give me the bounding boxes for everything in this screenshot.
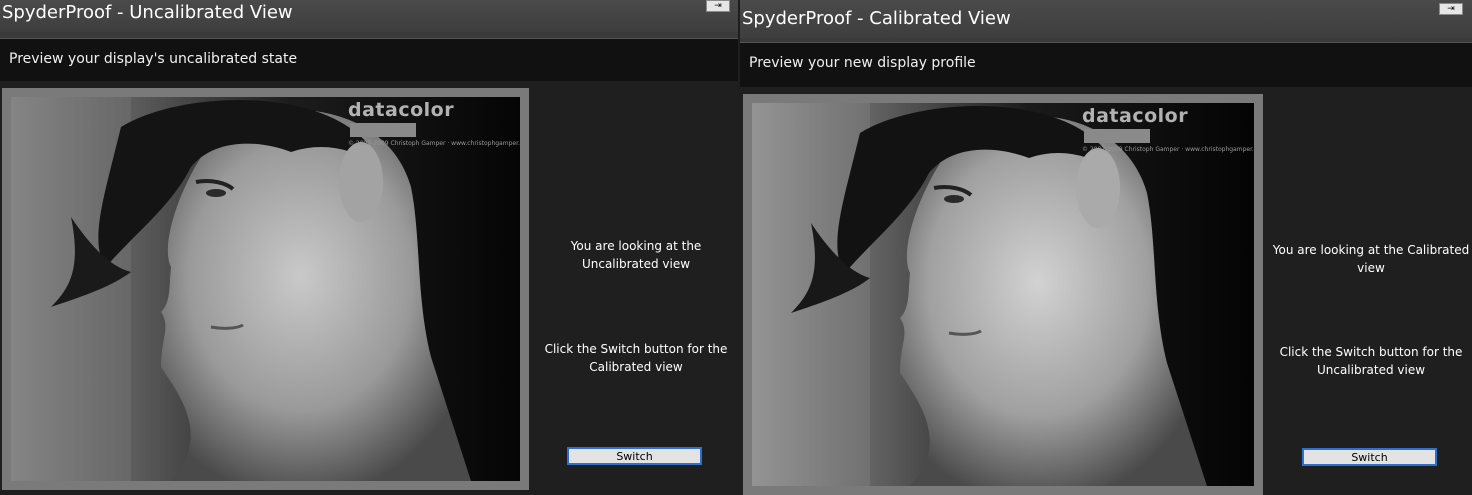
portrait-image — [11, 97, 520, 481]
title-bar[interactable]: SpyderProof - Uncalibrated View ⇥ — [0, 0, 738, 32]
header-text: Preview your display's uncalibrated stat… — [9, 51, 298, 67]
window-title: SpyderProof - Calibrated View — [742, 8, 1011, 29]
title-bar[interactable]: SpyderProof - Calibrated View ⇥ — [740, 0, 1472, 38]
pin-button[interactable]: ⇥ — [706, 0, 730, 12]
status-message: You are looking at the Calibrated view — [1272, 243, 1470, 275]
pin-button[interactable]: ⇥ — [1439, 3, 1463, 15]
copyright-text: © 2007-2009 Christoph Gamper · www.chris… — [1082, 146, 1254, 153]
header-text: Preview your new display profile — [749, 55, 976, 71]
datacolor-logo: datacolor — [1082, 105, 1189, 127]
photo-frame: datacolor © 2007-2009 Christoph Gamper ·… — [2, 88, 529, 490]
copyright-text: © 2007-2009 Christoph Gamper · www.chris… — [348, 140, 520, 147]
header-bar: Preview your display's uncalibrated stat… — [0, 38, 738, 82]
content-area: datacolor © 2007-2009 Christoph Gamper ·… — [740, 87, 1472, 495]
preview-photo: datacolor © 2007-2009 Christoph Gamper ·… — [752, 103, 1254, 486]
pin-icon: ⇥ — [1447, 3, 1455, 14]
status-message: You are looking at the Uncalibrated view — [570, 239, 702, 271]
uncalibrated-window: SpyderProof - Uncalibrated View ⇥ Previe… — [0, 0, 738, 495]
photo-frame: datacolor © 2007-2009 Christoph Gamper ·… — [743, 94, 1263, 495]
switch-button[interactable]: Switch — [1302, 448, 1437, 466]
datacolor-logo: datacolor — [348, 99, 455, 121]
preview-photo: datacolor © 2007-2009 Christoph Gamper ·… — [11, 97, 520, 481]
window-title: SpyderProof - Uncalibrated View — [2, 2, 293, 23]
instruction-message: Click the Switch button for the Uncalibr… — [1279, 345, 1463, 377]
pin-icon: ⇥ — [714, 0, 722, 11]
content-area: datacolor © 2007-2009 Christoph Gamper ·… — [0, 81, 738, 495]
brand-watermark: datacolor © 2007-2009 Christoph Gamper ·… — [348, 99, 520, 148]
calibrated-window: SpyderProof - Calibrated View ⇥ Preview … — [738, 0, 1472, 495]
logo-bar — [350, 123, 416, 137]
header-bar: Preview your new display profile — [740, 42, 1472, 88]
switch-button[interactable]: Switch — [567, 447, 702, 465]
portrait-image — [752, 103, 1254, 486]
instruction-message: Click the Switch button for the Calibrat… — [544, 342, 728, 374]
logo-bar — [1084, 129, 1150, 143]
brand-watermark: datacolor © 2007-2009 Christoph Gamper ·… — [1082, 105, 1254, 154]
